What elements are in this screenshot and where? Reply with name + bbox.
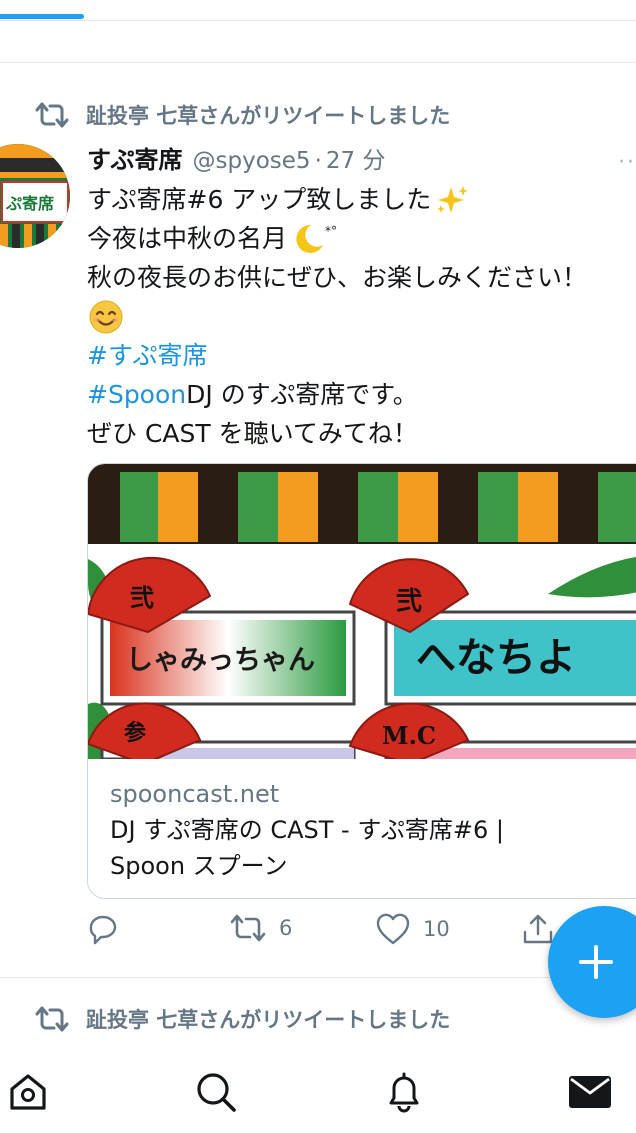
card-image-fan4: M.C [382, 721, 436, 750]
nav-home[interactable] [4, 1068, 52, 1116]
retweet-icon [230, 914, 266, 942]
tweet-line: #Spoon DJ のすぷ寄席です。 [87, 375, 636, 414]
link-card[interactable]: しゃみっちゃん 弐 へなちよ 弐 参 M.C spooncast.net DJ … [87, 463, 636, 899]
mail-icon [569, 1076, 611, 1108]
more-options-icon[interactable]: ·· [618, 150, 636, 175]
tweet-line: 秋の夜長のお供にぜひ、お楽しみください！ [87, 258, 636, 297]
card-domain: spooncast.net [110, 780, 280, 808]
card-title: Spoon スプーン [110, 852, 288, 880]
tweet-text: すぷ寄席#6 アップ致しました 今夜は中秋の名月 *° 秋の夜長のお供にぜひ、お… [87, 180, 636, 453]
plus-icon [579, 945, 613, 979]
search-icon [197, 1073, 236, 1112]
display-name[interactable]: すぷ寄席 [87, 140, 183, 175]
retweet-context[interactable]: 趾投亭 七草さんがリツイートしました [34, 1004, 450, 1034]
bell-icon [389, 1072, 419, 1113]
tweet-line-text: DJ のすぷ寄席です。 [186, 380, 418, 409]
card-title: DJ すぷ寄席の CAST - すぷ寄席#6 | [110, 816, 504, 844]
smiling-face-icon [89, 300, 123, 333]
card-image-fan1: 弐 [130, 583, 154, 612]
card-meta: spooncast.net DJ すぷ寄席の CAST - すぷ寄席#6 | S… [110, 776, 636, 884]
retweet-context-label: 趾投亭 七草さんがリツイートしました [86, 104, 451, 128]
card-image-name2: へなちよ [416, 635, 576, 681]
tweet-line [87, 297, 636, 336]
active-tab-indicator [0, 14, 84, 19]
retweet-icon [35, 102, 69, 128]
retweet-button[interactable]: 6 [229, 912, 292, 944]
user-handle[interactable]: @spyose5 [193, 148, 311, 174]
bottom-nav [0, 1050, 636, 1133]
divider [0, 977, 636, 978]
tweet-time[interactable]: 27 分 [326, 141, 386, 175]
like-count: 10 [423, 917, 450, 941]
share-icon [523, 914, 553, 944]
tweet-line: 今夜は中秋の名月 *° [87, 219, 636, 258]
retweet-count: 6 [279, 916, 293, 940]
card-image-fan3: 参 [124, 720, 146, 746]
hashtag-link[interactable]: #すぷ寄席 [87, 336, 207, 375]
tweet-line-text: 秋の夜長のお供にぜひ、お楽しみください！ [87, 263, 588, 292]
crescent-moon-icon: *° [296, 224, 337, 253]
tweet-line: ぜひ CAST を聴いてみてね！ [87, 414, 636, 453]
home-icon [10, 1074, 46, 1110]
share-button[interactable] [521, 912, 555, 946]
nav-notifications[interactable] [380, 1068, 428, 1116]
nav-messages[interactable] [566, 1068, 614, 1116]
tweet-line: すぷ寄席#6 アップ致しました [87, 180, 636, 219]
hashtag-link[interactable]: #Spoon [87, 375, 186, 414]
tweet-line-text: ぜひ CAST を聴いてみてね！ [87, 419, 418, 448]
card-image: しゃみっちゃん 弐 へなちよ 弐 参 M.C [88, 464, 636, 759]
twitter-timeline: 趾投亭 七草さんがリツイートしました ぷ寄席 すぷ寄席 @spyose5 · 2… [0, 0, 636, 1133]
svg-text:*°: *° [325, 224, 337, 238]
card-image-fan2: 弐 [396, 587, 422, 617]
divider [0, 62, 636, 63]
sparkles-icon [437, 185, 469, 213]
heart-icon [376, 913, 410, 945]
avatar[interactable]: ぷ寄席 [0, 144, 70, 248]
reply-button[interactable] [87, 912, 121, 946]
like-button[interactable]: 10 [375, 912, 450, 946]
retweet-context[interactable]: 趾投亭 七草さんがリツイートしました [34, 100, 450, 130]
retweet-icon [35, 1006, 69, 1032]
separator-dot: · [314, 148, 322, 174]
tweet-line: #すぷ寄席 [87, 336, 636, 375]
tweet-line-text: すぷ寄席#6 アップ致しました [87, 185, 432, 214]
card-image-name1: しゃみっちゃん [126, 645, 315, 676]
reply-icon [89, 915, 117, 945]
tabbar-border [0, 20, 636, 21]
tweet-header: すぷ寄席 @spyose5 · 27 分 [87, 140, 607, 176]
tweet-line-text: 今夜は中秋の名月 [87, 224, 288, 253]
tweet-actions: 6 10 [87, 912, 607, 956]
retweet-context-label: 趾投亭 七草さんがリツイートしました [86, 1008, 451, 1032]
svg-text:ぷ寄席: ぷ寄席 [5, 194, 54, 213]
nav-search[interactable] [192, 1068, 240, 1116]
